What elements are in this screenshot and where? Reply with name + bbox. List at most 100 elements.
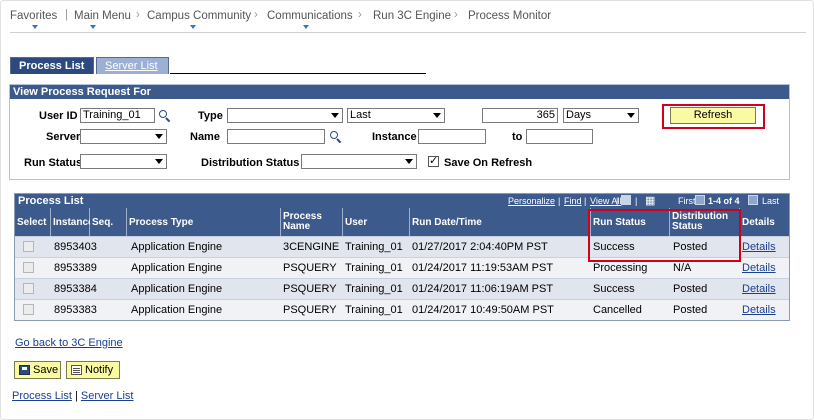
first-link[interactable]: First bbox=[678, 196, 696, 206]
dropdown-indicator-icon bbox=[90, 25, 96, 29]
cell-user: Training_01 bbox=[345, 304, 403, 316]
column-header-select[interactable]: Select bbox=[15, 208, 51, 236]
download-icon[interactable] bbox=[621, 195, 631, 205]
chevron-down-icon bbox=[433, 113, 441, 118]
go-back-link[interactable]: Go back to 3C Engine bbox=[15, 337, 123, 349]
breadcrumb-separator: › bbox=[136, 9, 140, 21]
instance-from-input[interactable] bbox=[418, 129, 486, 144]
cell-process-type: Application Engine bbox=[131, 262, 223, 274]
link-separator: | bbox=[71, 390, 81, 402]
save-on-refresh-checkbox[interactable] bbox=[428, 154, 439, 167]
cell-user: Training_01 bbox=[345, 262, 403, 274]
save-icon bbox=[19, 365, 30, 375]
save-button[interactable]: Save bbox=[14, 361, 61, 379]
previous-icon[interactable] bbox=[695, 195, 705, 205]
column-header-run-datetime[interactable]: Run Date/Time bbox=[410, 208, 591, 236]
period-count-input[interactable]: 365 bbox=[482, 108, 558, 123]
row-select-checkbox[interactable] bbox=[23, 262, 34, 273]
chevron-down-icon bbox=[405, 159, 413, 164]
notify-button[interactable]: Notify bbox=[66, 361, 120, 379]
chevron-down-icon bbox=[155, 134, 163, 139]
cell-distribution-status: N/A bbox=[673, 262, 692, 274]
request-panel-header: View Process Request For bbox=[10, 85, 789, 99]
cell-instance: 8953389 bbox=[54, 262, 97, 274]
dropdown-indicator-icon bbox=[190, 25, 196, 29]
breadcrumb-favorites[interactable]: Favorites bbox=[10, 10, 57, 22]
grid-view-icon[interactable]: ▦ bbox=[645, 194, 655, 207]
cell-run-status: Cancelled bbox=[593, 304, 642, 316]
cell-process-type: Application Engine bbox=[131, 304, 223, 316]
breadcrumb-campus-community[interactable]: Campus Community bbox=[147, 10, 251, 22]
breadcrumb-separator: › bbox=[454, 9, 458, 21]
next-icon[interactable] bbox=[748, 195, 758, 205]
cell-instance: 8953403 bbox=[54, 241, 97, 253]
refresh-button[interactable]: Refresh bbox=[670, 107, 756, 124]
breadcrumb-communications[interactable]: Communications bbox=[267, 10, 353, 22]
table-row: 8953384 Application Engine PSQUERY Train… bbox=[15, 278, 789, 299]
details-link[interactable]: Details bbox=[742, 241, 776, 253]
column-header-details[interactable]: Details bbox=[740, 208, 789, 236]
row-range: 1-4 of 4 bbox=[708, 196, 740, 206]
run-status-select[interactable] bbox=[80, 154, 167, 169]
details-link[interactable]: Details bbox=[742, 262, 776, 274]
nav-separator: | bbox=[616, 196, 619, 206]
instance-to-input[interactable] bbox=[526, 129, 593, 144]
last-link[interactable]: Last bbox=[762, 196, 779, 206]
personalize-link[interactable]: Personalize bbox=[508, 196, 555, 206]
period-select[interactable]: Last bbox=[347, 108, 445, 123]
server-select[interactable] bbox=[80, 129, 167, 144]
tab-server-list[interactable]: Server List bbox=[96, 57, 169, 74]
chevron-down-icon bbox=[627, 113, 635, 118]
cell-run-datetime: 01/24/2017 10:49:50AM PST bbox=[412, 304, 554, 316]
period-unit-select-value: Days bbox=[566, 109, 592, 121]
breadcrumb-run-3c-engine[interactable]: Run 3C Engine bbox=[373, 10, 451, 22]
column-header-user[interactable]: User bbox=[343, 208, 410, 236]
cell-run-datetime: 01/24/2017 11:06:19AM PST bbox=[412, 283, 554, 295]
process-list-link[interactable]: Process List bbox=[12, 390, 72, 402]
cell-distribution-status: Posted bbox=[673, 304, 708, 316]
cell-run-status: Processing bbox=[593, 262, 648, 274]
type-select[interactable] bbox=[227, 108, 343, 123]
search-icon[interactable] bbox=[159, 110, 171, 123]
breadcrumb-process-monitor[interactable]: Process Monitor bbox=[468, 10, 551, 22]
chevron-down-icon bbox=[155, 159, 163, 164]
name-label: Name bbox=[190, 131, 220, 143]
nav-separator: | bbox=[558, 196, 561, 206]
to-label: to bbox=[512, 131, 523, 143]
breadcrumb-separator: › bbox=[358, 9, 362, 21]
run-status-label: Run Status bbox=[24, 157, 83, 169]
row-select-checkbox[interactable] bbox=[23, 304, 34, 315]
row-select-checkbox[interactable] bbox=[23, 241, 34, 252]
instance-label: Instance bbox=[372, 131, 417, 143]
cell-distribution-status: Posted bbox=[673, 283, 708, 295]
name-input[interactable] bbox=[227, 129, 325, 144]
period-unit-select[interactable]: Days bbox=[563, 108, 639, 123]
column-header-process-name[interactable]: Process Name bbox=[281, 208, 343, 236]
cell-run-status: Success bbox=[593, 283, 635, 295]
find-link[interactable]: Find bbox=[564, 196, 582, 206]
dropdown-indicator-icon bbox=[303, 25, 309, 29]
details-link[interactable]: Details bbox=[742, 304, 776, 316]
server-label: Server bbox=[46, 131, 81, 143]
cell-process-name: PSQUERY bbox=[283, 283, 337, 295]
search-icon[interactable] bbox=[330, 131, 342, 144]
cell-process-type: Application Engine bbox=[131, 283, 223, 295]
breadcrumb-separator: | bbox=[65, 9, 68, 21]
row-select-checkbox[interactable] bbox=[23, 283, 34, 294]
cell-user: Training_01 bbox=[345, 283, 403, 295]
tab-process-list[interactable]: Process List bbox=[10, 57, 94, 74]
details-link[interactable]: Details bbox=[742, 283, 776, 295]
user-id-input[interactable]: Training_01 bbox=[80, 108, 155, 123]
column-header-process-type[interactable]: Process Type bbox=[127, 208, 281, 236]
breadcrumb-separator: › bbox=[254, 9, 258, 21]
cell-run-datetime: 01/27/2017 2:04:40PM PST bbox=[412, 241, 548, 253]
column-header-instance[interactable]: Instance bbox=[51, 208, 94, 236]
cell-process-name: PSQUERY bbox=[283, 304, 337, 316]
column-header-seq[interactable]: Seq. bbox=[90, 208, 127, 236]
server-list-link[interactable]: Server List bbox=[81, 390, 134, 402]
distribution-status-label: Distribution Status bbox=[201, 157, 300, 169]
breadcrumb-main-menu[interactable]: Main Menu bbox=[74, 10, 131, 22]
cell-run-datetime: 01/24/2017 11:19:53AM PST bbox=[412, 262, 554, 274]
save-button-label: Save bbox=[33, 364, 59, 376]
distribution-status-select[interactable] bbox=[301, 154, 417, 169]
